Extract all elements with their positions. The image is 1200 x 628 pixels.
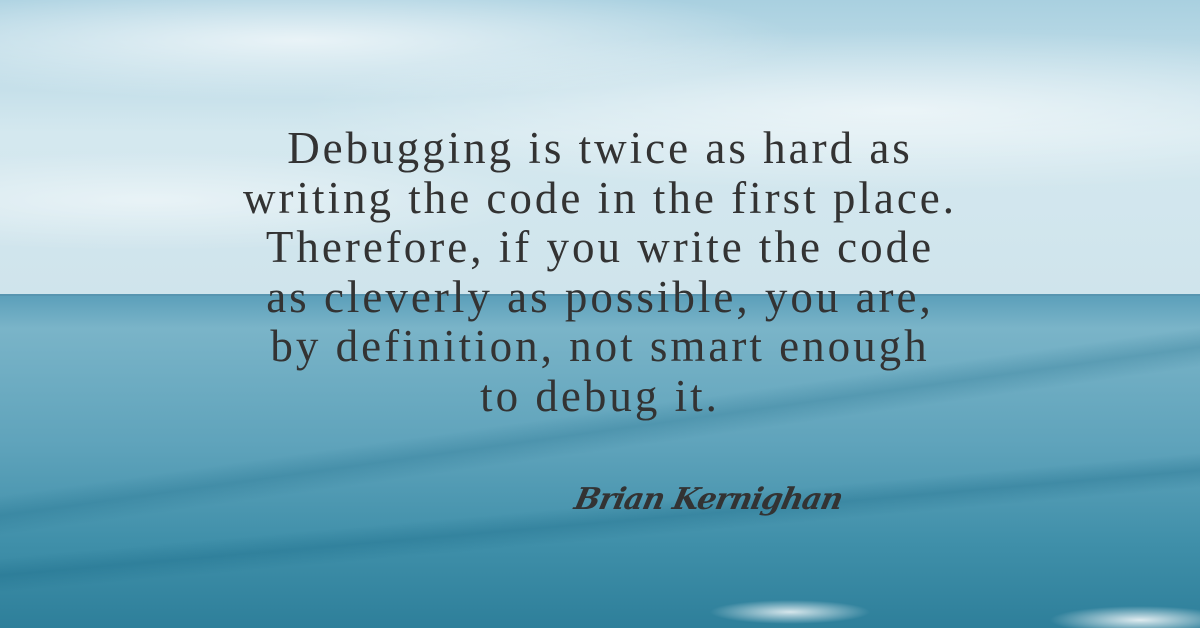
quote-line: to debug it. [480, 370, 720, 421]
quote-line: as cleverly as possible, you are, [266, 271, 934, 322]
quote-line: Debugging is twice as hard as [287, 123, 913, 173]
wave-foam [700, 590, 1200, 628]
quote-line: writing the code in the first place. [242, 172, 958, 223]
quote-text: Debugging is twice as hard as writing th… [0, 123, 1200, 421]
quote-line: by definition, not smart enough [270, 321, 930, 371]
author-signature: Brian Kernighan [571, 482, 846, 517]
quote-line: Therefore, if you write the code [265, 222, 935, 272]
